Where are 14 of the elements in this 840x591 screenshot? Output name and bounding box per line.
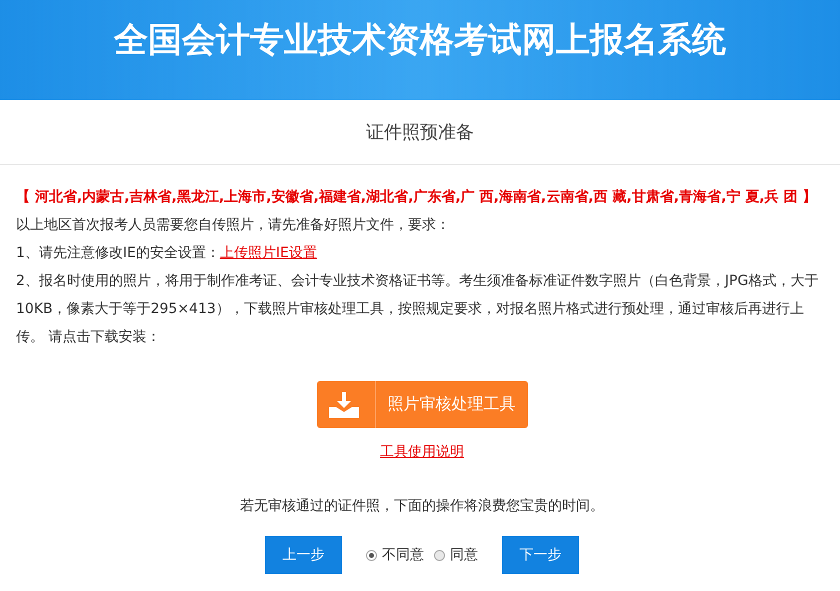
step-text: 2、报名时使用的照片，将用于制作准考证、会计专业技术资格证书等。考生须准备标准证件数字照片（白色背景，JPG格式，大于10KB，像素大于等于295×413），下载照片审核处理工具，按照规定要求，对报名照片格式进行预处理，通过审核后再进行上传。 请点击下载安装： [16, 272, 820, 347]
help-link[interactable]: 工具使用说明 [380, 438, 464, 466]
site-title: 全国会计专业技术资格考试网上报名系统 [114, 19, 726, 62]
page-title: 证件照预准备 [366, 121, 474, 144]
step-text: 1、请先注意修改IE的安全设置： [16, 245, 220, 261]
notice-text: 【 河北省,内蒙古,吉林省,黑龙江,上海市,安徽省,福建省,湖北省,广东省,广 西,海南省,云南省,西 藏,甘肃省,青海省,宁 夏,兵 团 】以上地区首次报考人员需要您自传照片，请先准备好照片文件，要求： [16, 188, 818, 235]
previous-button[interactable]: 上一步 [265, 536, 342, 574]
radio-option[interactable]: 同意 [434, 541, 478, 569]
ie-settings-link[interactable]: 上传照片IE设置 [220, 245, 317, 261]
warning-text: 若无审核通过的证件照，下面的操作将浪费您宝贵的时间。 [240, 497, 604, 516]
download-icon [328, 392, 358, 418]
radio-option[interactable]: 不同意 [366, 541, 424, 569]
next-button[interactable]: 下一步 [502, 536, 579, 574]
download-button[interactable]: 照片审核处理工具 [316, 381, 528, 428]
